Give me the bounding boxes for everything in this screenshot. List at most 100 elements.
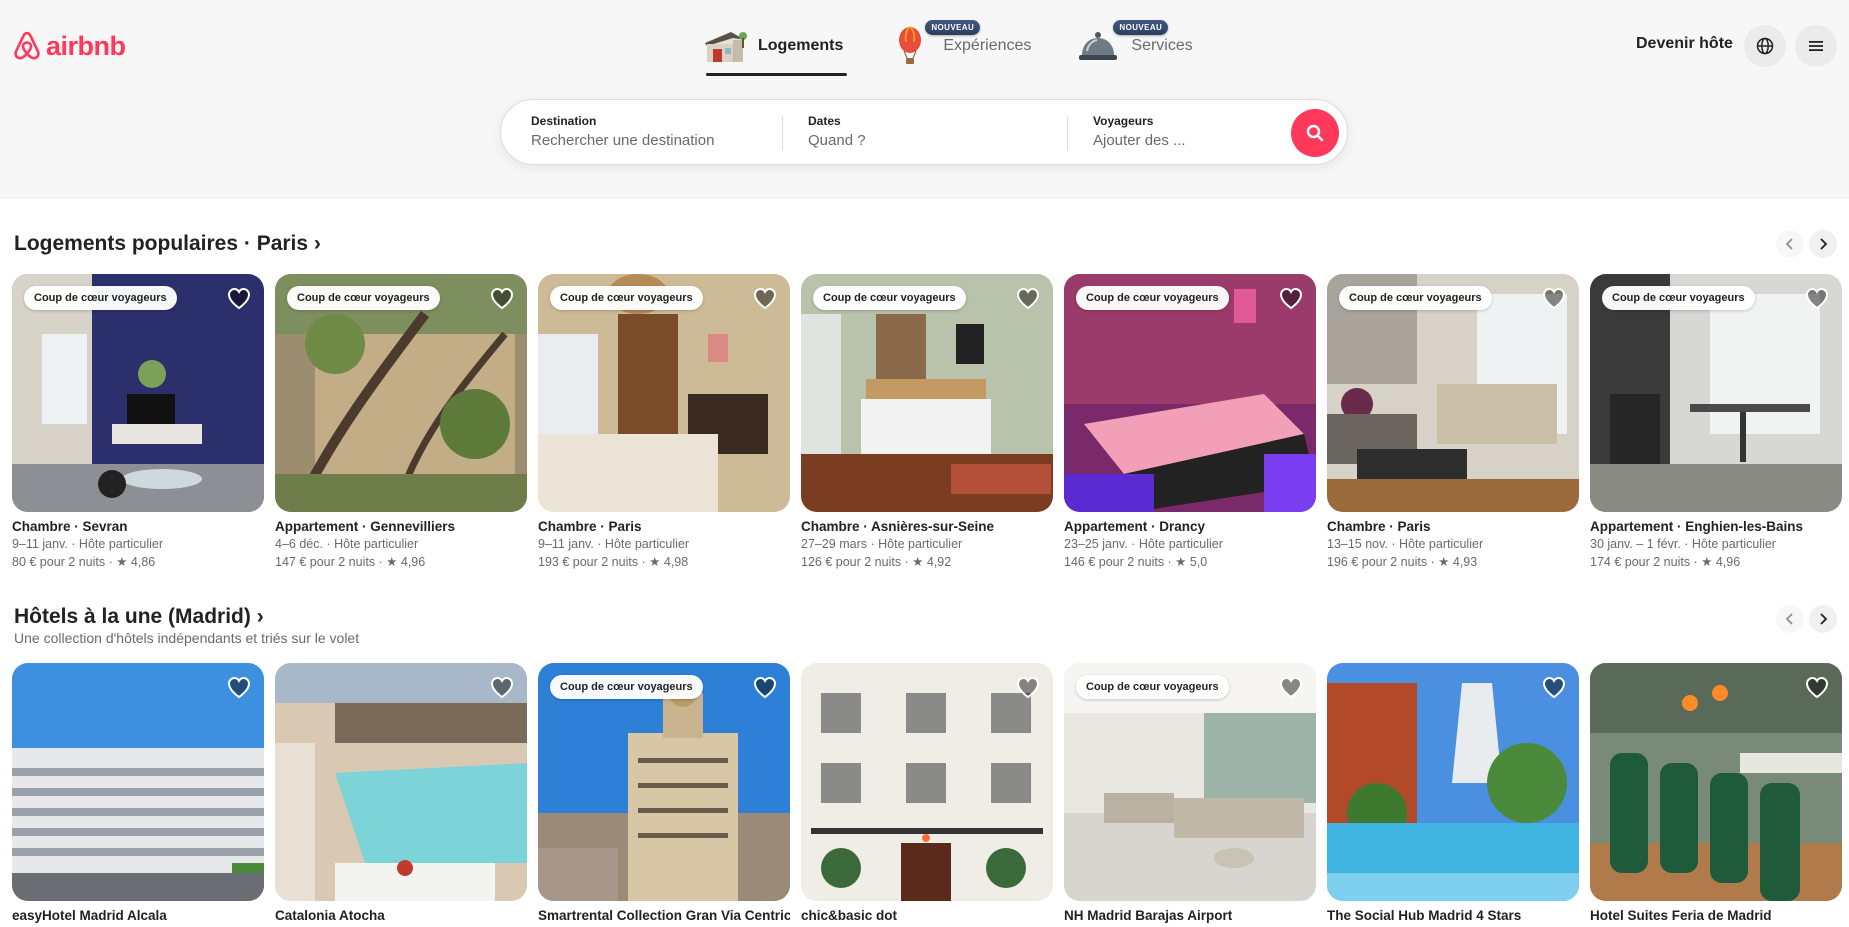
listing-title: Appartement · Enghien-les-Bains bbox=[1590, 519, 1804, 534]
hotel-card[interactable]: Coup de cœur voyageurs Smartrental Colle… bbox=[538, 663, 790, 923]
carousel-prev-button[interactable] bbox=[1776, 605, 1804, 633]
tab-logements[interactable]: Logements bbox=[700, 18, 848, 76]
listing-photo[interactable]: Coup de cœur voyageurs bbox=[1327, 274, 1579, 512]
hotel-photo[interactable] bbox=[275, 663, 527, 901]
section-subtitle: Une collection d'hôtels indépendants et … bbox=[14, 630, 360, 646]
hotel-photo[interactable] bbox=[1327, 663, 1579, 901]
listing-row-madrid: easyHotel Madrid Alcala Catalonia Atocha bbox=[12, 663, 1842, 923]
chevron-right-icon bbox=[1820, 238, 1828, 250]
heart-icon[interactable] bbox=[1541, 285, 1567, 311]
listing-card[interactable]: Coup de cœur voyageurs Chambre · Paris 1… bbox=[1327, 274, 1579, 569]
airbnb-logo-icon bbox=[14, 31, 40, 60]
heart-icon[interactable] bbox=[1278, 674, 1304, 700]
listing-dates: 30 janv. – 1 févr. · Hôte particulier bbox=[1590, 537, 1776, 551]
guests-field[interactable]: Voyageurs Ajouter des ... bbox=[1093, 114, 1186, 149]
destination-input[interactable]: Rechercher une destination bbox=[531, 132, 714, 149]
heart-icon[interactable] bbox=[1278, 285, 1304, 311]
hotel-card[interactable]: easyHotel Madrid Alcala bbox=[12, 663, 264, 923]
hot-air-balloon-icon: NOUVEAU bbox=[887, 20, 981, 69]
hotel-title: Smartrental Collection Gran Via Centric bbox=[538, 908, 790, 923]
destination-field[interactable]: Destination Rechercher une destination bbox=[531, 114, 714, 149]
listing-title: Chambre · Paris bbox=[1327, 519, 1431, 534]
tab-experiences[interactable]: NOUVEAU Expériences bbox=[885, 18, 1033, 74]
guest-favorite-badge: Coup de cœur voyageurs bbox=[1339, 286, 1492, 310]
new-badge: NOUVEAU bbox=[1113, 20, 1169, 35]
listing-photo[interactable]: Coup de cœur voyageurs bbox=[275, 274, 527, 512]
carousel-prev-button[interactable] bbox=[1776, 230, 1804, 258]
search-icon bbox=[1306, 124, 1324, 142]
listing-price: 174 € pour 2 nuits · ★ 4,96 bbox=[1590, 555, 1741, 569]
heart-icon[interactable] bbox=[752, 674, 778, 700]
hotel-card[interactable]: The Social Hub Madrid 4 Stars bbox=[1327, 663, 1579, 923]
listing-card[interactable]: Coup de cœur voyageurs Appartement · Gen… bbox=[275, 274, 527, 569]
listing-photo[interactable]: Coup de cœur voyageurs bbox=[1064, 274, 1316, 512]
service-bell-icon: NOUVEAU bbox=[1075, 20, 1169, 69]
listing-price: 193 € pour 2 nuits · ★ 4,98 bbox=[538, 555, 689, 569]
carousel-next-button[interactable] bbox=[1809, 605, 1837, 633]
hotel-photo[interactable] bbox=[801, 663, 1053, 901]
language-button[interactable] bbox=[1744, 25, 1786, 67]
heart-icon[interactable] bbox=[489, 285, 515, 311]
listing-card[interactable]: Coup de cœur voyageurs Appartement · Dra… bbox=[1064, 274, 1316, 569]
guest-favorite-badge: Coup de cœur voyageurs bbox=[1076, 675, 1229, 699]
heart-icon[interactable] bbox=[1541, 674, 1567, 700]
tab-label: Logements bbox=[758, 37, 844, 54]
listing-card[interactable]: Coup de cœur voyageurs Chambre · Sevran … bbox=[12, 274, 264, 569]
heart-icon[interactable] bbox=[1804, 285, 1830, 311]
listing-photo[interactable]: Coup de cœur voyageurs bbox=[538, 274, 790, 512]
guests-label: Voyageurs bbox=[1093, 114, 1154, 128]
hotel-card[interactable]: Hotel Suites Feria de Madrid bbox=[1590, 663, 1842, 923]
heart-icon[interactable] bbox=[1015, 674, 1041, 700]
become-host-link[interactable]: Devenir hôte bbox=[1636, 35, 1733, 53]
guest-favorite-badge: Coup de cœur voyageurs bbox=[1602, 286, 1755, 310]
tab-label: Expériences bbox=[943, 37, 1032, 54]
hotel-photo[interactable] bbox=[12, 663, 264, 901]
listing-price: 147 € pour 2 nuits · ★ 4,96 bbox=[275, 555, 426, 569]
heart-icon[interactable] bbox=[226, 674, 252, 700]
search-button[interactable] bbox=[1291, 109, 1339, 157]
carousel-next-button[interactable] bbox=[1809, 230, 1837, 258]
guest-favorite-badge: Coup de cœur voyageurs bbox=[550, 675, 703, 699]
hotel-photo[interactable]: Coup de cœur voyageurs bbox=[538, 663, 790, 901]
hotel-photo[interactable]: Coup de cœur voyageurs bbox=[1064, 663, 1316, 901]
airbnb-logo[interactable]: airbnb bbox=[12, 30, 126, 62]
hotel-card[interactable]: chic&basic dot bbox=[801, 663, 1053, 923]
category-nav: Logements NOUVEAU Expériences NOUVEAU Se… bbox=[700, 18, 1195, 76]
hotel-title: chic&basic dot bbox=[801, 908, 898, 923]
guest-favorite-badge: Coup de cœur voyageurs bbox=[550, 286, 703, 310]
destination-label: Destination bbox=[531, 114, 597, 128]
heart-icon[interactable] bbox=[1015, 285, 1041, 311]
listing-row-paris: Coup de cœur voyageurs Chambre · Sevran … bbox=[12, 274, 1842, 569]
heart-icon[interactable] bbox=[752, 285, 778, 311]
dates-field[interactable]: Dates Quand ? bbox=[808, 114, 866, 149]
listing-card[interactable]: Coup de cœur voyageurs Chambre · Asnière… bbox=[801, 274, 1053, 569]
heart-icon[interactable] bbox=[489, 674, 515, 700]
search-bar: Destination Rechercher une destination D… bbox=[500, 99, 1348, 165]
section-title-paris[interactable]: Logements populaires · Paris › bbox=[14, 232, 321, 256]
heart-icon[interactable] bbox=[1804, 674, 1830, 700]
hotel-title: Catalonia Atocha bbox=[275, 908, 385, 923]
heart-icon[interactable] bbox=[226, 285, 252, 311]
listing-photo[interactable]: Coup de cœur voyageurs bbox=[1590, 274, 1842, 512]
listing-dates: 4–6 déc. · Hôte particulier bbox=[275, 537, 419, 551]
main-menu-button[interactable] bbox=[1795, 25, 1837, 67]
globe-icon bbox=[1756, 37, 1774, 55]
tab-label: Services bbox=[1131, 37, 1193, 54]
hotel-photo[interactable] bbox=[1590, 663, 1842, 901]
dates-input[interactable]: Quand ? bbox=[808, 132, 866, 149]
listing-dates: 27–29 mars · Hôte particulier bbox=[801, 537, 963, 551]
tab-services[interactable]: NOUVEAU Services bbox=[1073, 18, 1194, 74]
hotel-card[interactable]: Coup de cœur voyageurs NH Madrid Barajas… bbox=[1064, 663, 1316, 923]
hotel-title: NH Madrid Barajas Airport bbox=[1064, 908, 1233, 923]
listing-card[interactable]: Coup de cœur voyageurs Chambre · Paris 9… bbox=[538, 274, 790, 569]
hamburger-menu-icon bbox=[1809, 41, 1823, 51]
listing-photo[interactable]: Coup de cœur voyageurs bbox=[801, 274, 1053, 512]
listing-photo[interactable]: Coup de cœur voyageurs bbox=[12, 274, 264, 512]
guest-favorite-badge: Coup de cœur voyageurs bbox=[287, 286, 440, 310]
listing-card[interactable]: Coup de cœur voyageurs Appartement · Eng… bbox=[1590, 274, 1842, 569]
guests-input[interactable]: Ajouter des ... bbox=[1093, 132, 1186, 149]
divider bbox=[1067, 116, 1068, 150]
chevron-left-icon bbox=[1785, 238, 1793, 250]
section-title-madrid[interactable]: Hôtels à la une (Madrid) › bbox=[14, 605, 264, 629]
hotel-card[interactable]: Catalonia Atocha bbox=[275, 663, 527, 923]
